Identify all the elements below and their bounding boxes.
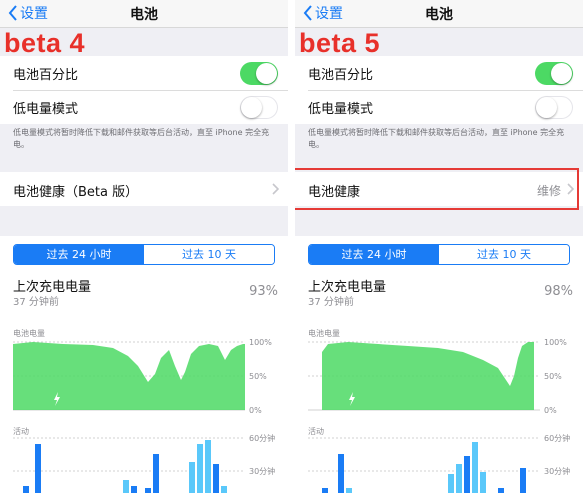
toggle-knob bbox=[241, 96, 262, 118]
settings-group: 电池百分比 低电量模式 bbox=[295, 56, 583, 124]
activity-bar bbox=[472, 442, 478, 493]
percentage-label: 电池百分比 bbox=[13, 67, 79, 83]
activity-bar bbox=[189, 462, 195, 493]
activity-bar bbox=[448, 474, 454, 493]
activity-bar bbox=[346, 488, 352, 493]
tick-0: 0% bbox=[249, 406, 262, 415]
battery-level-chart: 100% 50% 0% bbox=[13, 338, 272, 415]
toggle-knob bbox=[536, 96, 557, 118]
tick-100: 100% bbox=[249, 338, 272, 347]
battery-health-row[interactable]: 电池健康（Beta 版） bbox=[0, 172, 288, 206]
percentage-row: 电池百分比 bbox=[295, 56, 583, 90]
last-charge-percent: 93% bbox=[249, 284, 278, 299]
last-charge-percent: 98% bbox=[544, 284, 573, 299]
segment-24h[interactable]: 过去 24 小时 bbox=[309, 245, 439, 264]
activity-bars bbox=[23, 440, 227, 493]
tick-100: 100% bbox=[544, 338, 567, 347]
highlight-box bbox=[295, 168, 579, 210]
activity-bar bbox=[480, 472, 486, 493]
page-title: 电池 bbox=[130, 7, 158, 23]
percentage-label: 电池百分比 bbox=[308, 67, 374, 83]
activity-bar bbox=[35, 444, 41, 493]
low-power-toggle[interactable] bbox=[535, 95, 573, 119]
battery-level-area bbox=[322, 342, 534, 410]
activity-bar bbox=[145, 488, 151, 493]
activity-chart: 60分钟 30分钟 bbox=[13, 434, 275, 493]
panel-beta4: 设置 电池 beta 4 电池百分比 低电量模式 低电量模式将暂时降低下载和邮件… bbox=[0, 0, 288, 493]
low-power-note: 低电量模式将暂时降低下载和邮件获取等后台活动，直至 iPhone 完全充电。 bbox=[308, 128, 565, 149]
low-power-row: 低电量模式 bbox=[0, 90, 288, 124]
nav-bar: 设置 电池 bbox=[295, 0, 583, 28]
activity-bar bbox=[153, 454, 159, 493]
tick-50: 50% bbox=[544, 372, 562, 381]
activity-bar bbox=[338, 454, 344, 493]
activity-bar bbox=[520, 468, 526, 493]
activity-bar bbox=[498, 488, 504, 493]
last-charge-time: 37 分钟前 bbox=[308, 297, 354, 308]
panel-divider bbox=[288, 0, 295, 493]
tick-30: 30分钟 bbox=[249, 466, 275, 476]
chevron-right-icon bbox=[272, 183, 279, 195]
tick-0: 0% bbox=[544, 406, 557, 415]
last-charge-time: 37 分钟前 bbox=[13, 297, 59, 308]
low-power-note: 低电量模式将暂时降低下载和邮件获取等后台活动，直至 iPhone 完全充电。 bbox=[13, 128, 270, 149]
low-power-label: 低电量模式 bbox=[13, 101, 79, 117]
battery-health-label: 电池健康（Beta 版） bbox=[13, 185, 139, 200]
panel-beta5: 设置 电池 beta 5 电池百分比 低电量模式 低电量模式将暂时降低下载和邮件… bbox=[295, 0, 583, 493]
activity-bar bbox=[197, 444, 203, 493]
activity-chart: 60分钟 30分钟 bbox=[308, 434, 570, 493]
activity-bar bbox=[131, 486, 137, 493]
activity-bar bbox=[213, 464, 219, 493]
nav-bar: 设置 电池 bbox=[0, 0, 288, 28]
low-power-toggle[interactable] bbox=[240, 95, 278, 119]
tick-50: 50% bbox=[249, 372, 267, 381]
battery-level-chart: 100% 50% 0% bbox=[308, 338, 567, 415]
beta-label: beta 5 bbox=[299, 28, 381, 58]
low-power-label: 低电量模式 bbox=[308, 101, 374, 117]
activity-bar bbox=[23, 486, 29, 493]
activity-bar bbox=[221, 486, 227, 493]
settings-group: 电池百分比 低电量模式 bbox=[0, 56, 288, 124]
tick-30: 30分钟 bbox=[544, 466, 570, 476]
usage-section: 过去 24 小时 过去 10 天 上次充电电量 37 分钟前 98% 电池电量 … bbox=[295, 236, 583, 493]
usage-section: 过去 24 小时 过去 10 天 上次充电电量 37 分钟前 93% 电池电量 … bbox=[0, 236, 288, 493]
activity-bars bbox=[322, 442, 526, 493]
percentage-toggle[interactable] bbox=[240, 61, 278, 85]
battery-level-area bbox=[13, 342, 245, 410]
activity-bar bbox=[456, 464, 462, 493]
percentage-row: 电池百分比 bbox=[0, 56, 288, 90]
segment-24h[interactable]: 过去 24 小时 bbox=[14, 245, 144, 264]
toggle-knob bbox=[551, 62, 572, 84]
activity-bar bbox=[322, 488, 328, 493]
activity-bar bbox=[123, 480, 129, 493]
activity-bar bbox=[464, 456, 470, 493]
page-title: 电池 bbox=[425, 7, 453, 23]
tick-60: 60分钟 bbox=[544, 434, 570, 443]
time-range-segment: 过去 24 小时 过去 10 天 bbox=[13, 244, 275, 265]
time-range-segment: 过去 24 小时 过去 10 天 bbox=[308, 244, 570, 265]
activity-bar bbox=[205, 440, 211, 493]
segment-10d[interactable]: 过去 10 天 bbox=[144, 245, 274, 264]
toggle-knob bbox=[256, 62, 277, 84]
percentage-toggle[interactable] bbox=[535, 61, 573, 85]
tick-60: 60分钟 bbox=[249, 434, 275, 443]
segment-10d[interactable]: 过去 10 天 bbox=[439, 245, 569, 264]
low-power-row: 低电量模式 bbox=[295, 90, 583, 124]
beta-label: beta 4 bbox=[4, 28, 86, 58]
